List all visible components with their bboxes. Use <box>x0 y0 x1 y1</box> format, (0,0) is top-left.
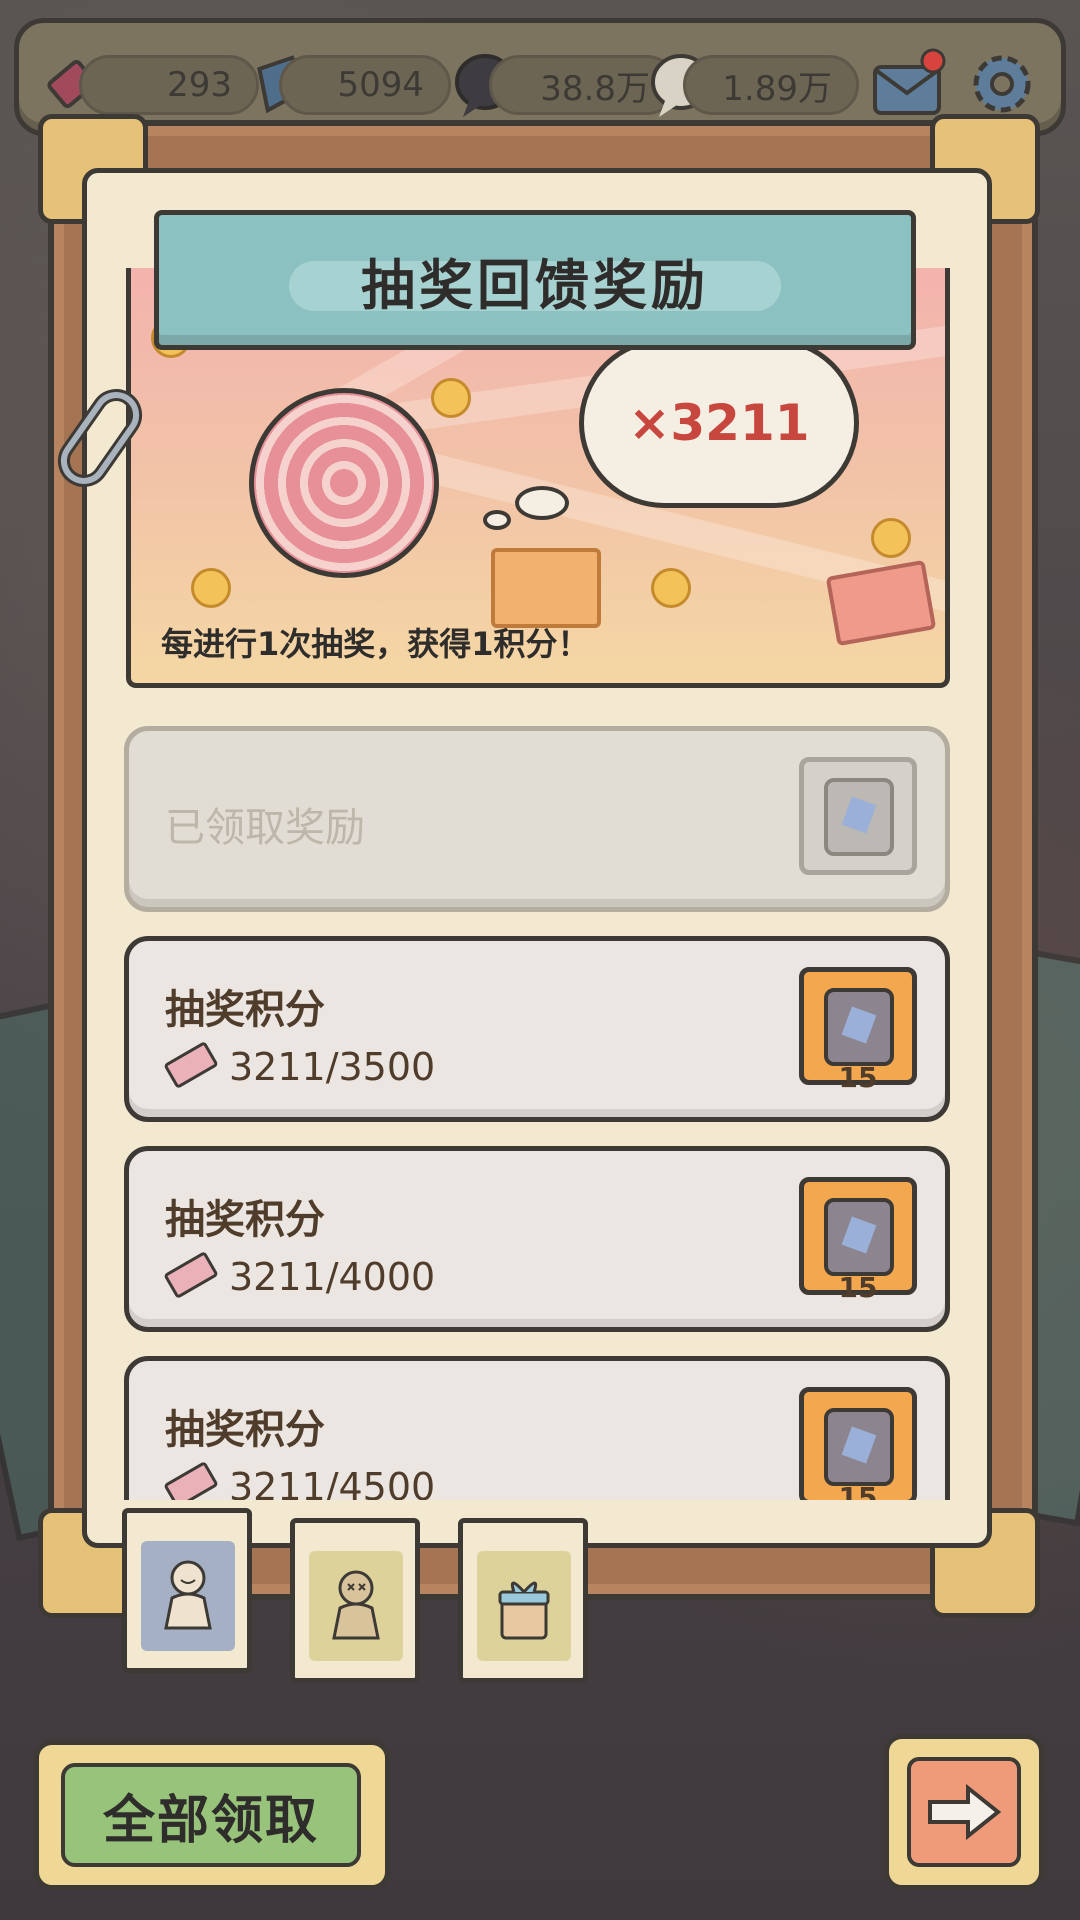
reward-count: 15 <box>838 1481 878 1500</box>
reward-progress: 3211/3500 <box>229 1045 436 1089</box>
reward-count: 15 <box>838 1061 878 1094</box>
next-button[interactable] <box>884 1734 1044 1890</box>
reward-row[interactable]: 抽奖积分 3211/4500 15 <box>124 1356 950 1500</box>
coin <box>651 568 691 608</box>
tickets-counter: 293 <box>79 55 259 115</box>
settings-icon[interactable] <box>961 43 1043 125</box>
gems-counter: 5094 <box>279 55 451 115</box>
claimed-reward-row: 已领取奖励 <box>124 726 950 912</box>
reward-title: 抽奖积分 <box>165 1407 325 1453</box>
claim-all-button[interactable]: 全部领取 <box>34 1740 390 1890</box>
title-banner: 抽奖回馈奖励 <box>154 210 916 350</box>
chest-icon <box>824 778 894 856</box>
mail-icon[interactable] <box>867 45 949 123</box>
reward-title: 抽奖积分 <box>165 987 325 1033</box>
currency-b-counter: 1.89万 <box>683 55 859 115</box>
thought-bubble: ×3211 <box>579 338 859 508</box>
reward-title: 抽奖积分 <box>165 1197 325 1243</box>
currency-a-value: 38.8万 <box>540 68 650 109</box>
chest-icon <box>824 1408 894 1486</box>
arrow-right-icon <box>928 1783 1002 1841</box>
coin <box>191 568 231 608</box>
currency-bar: 293 5094 38.8万 1.89万 <box>14 18 1066 136</box>
multiplier-text: ×3211 <box>628 394 810 452</box>
hero-description: 每进行1次抽奖，获得1积分！ <box>161 625 590 663</box>
tab-voodoo[interactable] <box>290 1518 420 1683</box>
claimed-label: 已领取奖励 <box>165 805 365 851</box>
reward-count: 15 <box>838 1271 878 1304</box>
reward-row[interactable]: 抽奖积分 3211/4000 15 <box>124 1146 950 1332</box>
thought-dot <box>515 486 569 520</box>
thought-dot <box>483 510 511 530</box>
ticket-icon <box>163 1250 219 1300</box>
ticket-icon <box>163 1460 219 1500</box>
carabiner-icon <box>57 389 143 487</box>
coin <box>431 378 471 418</box>
voodoo-doll-icon <box>332 1570 380 1640</box>
gems-value: 5094 <box>337 65 424 105</box>
reward-progress: 3211/4000 <box>229 1255 436 1299</box>
reward-box <box>799 757 917 875</box>
reward-box[interactable]: 15 <box>799 1177 917 1304</box>
dartboard-icon <box>249 388 439 578</box>
next-button-face <box>907 1757 1021 1867</box>
gift-box-icon <box>491 548 601 628</box>
page-title: 抽奖回馈奖励 <box>361 253 709 317</box>
tab-gift[interactable] <box>458 1518 588 1683</box>
ticket-icon <box>163 1040 219 1090</box>
reward-list[interactable]: 已领取奖励 抽奖积分 3211/3500 15 抽奖积分 3211/4000 1… <box>110 720 970 1500</box>
reward-progress: 3211/4500 <box>229 1465 436 1500</box>
coin <box>871 518 911 558</box>
doll-icon <box>164 1560 212 1630</box>
tickets-value: 293 <box>167 65 232 105</box>
tab-gift-inner <box>477 1551 571 1661</box>
chest-icon <box>824 988 894 1066</box>
chest-icon <box>824 1198 894 1276</box>
reward-box[interactable]: 15 <box>799 967 917 1094</box>
tab-doll-inner <box>141 1541 235 1651</box>
reward-box[interactable]: 15 <box>799 1387 917 1500</box>
claim-all-label: 全部领取 <box>102 1790 319 1851</box>
tab-doll[interactable] <box>122 1508 252 1673</box>
tab-voodoo-inner <box>309 1551 403 1661</box>
claim-all-button-face: 全部领取 <box>61 1763 361 1867</box>
currency-b-value: 1.89万 <box>722 68 832 109</box>
gift-icon <box>498 1581 550 1640</box>
reward-row[interactable]: 抽奖积分 3211/3500 15 <box>124 936 950 1122</box>
